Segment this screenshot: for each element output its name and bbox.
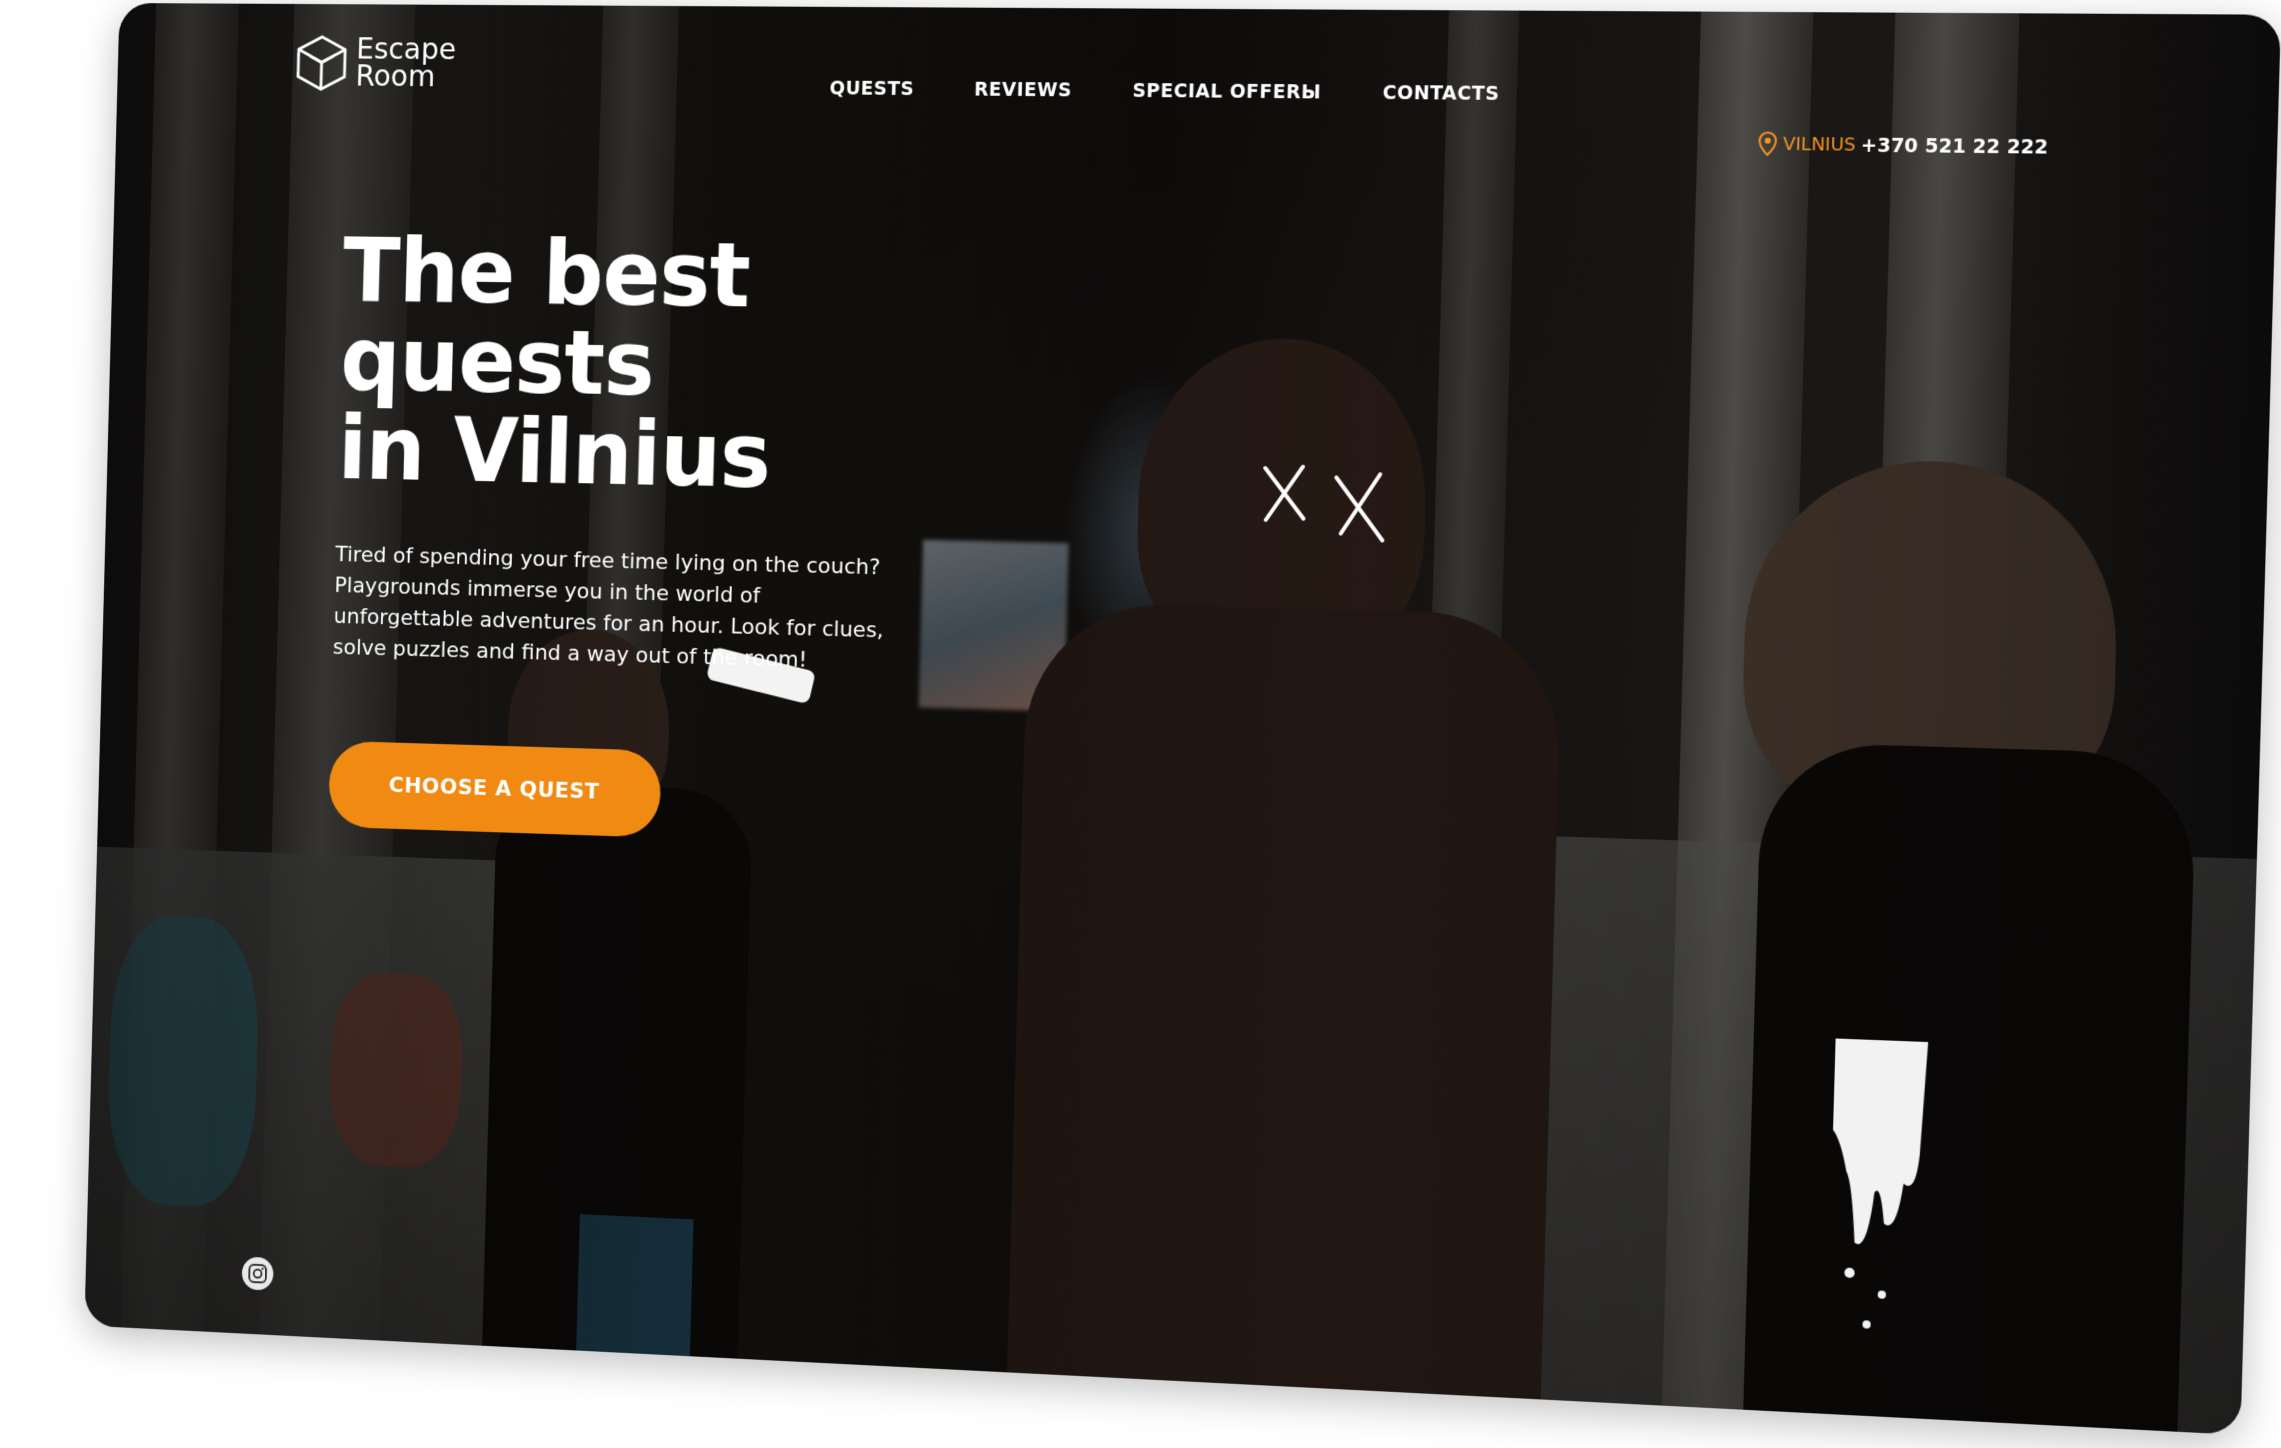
logo-line-2: Room — [355, 59, 436, 94]
nav-item-quests[interactable]: QUESTS — [829, 78, 914, 100]
choose-quest-button[interactable]: CHOOSE A QUEST — [328, 740, 662, 838]
x-eyes-doodle — [1255, 458, 1406, 551]
nav-item-special-offers[interactable]: SPECIAL OFFERЫ — [1132, 80, 1321, 103]
cube-logo-icon — [292, 33, 351, 93]
hero-title-line-1: The best quests — [339, 219, 752, 417]
city-selector[interactable]: VILNIUS — [1758, 131, 1856, 156]
city-label: VILNIUS — [1782, 133, 1857, 156]
nav-item-reviews[interactable]: REVIEWS — [974, 79, 1072, 102]
logo-text: Escape Room — [355, 32, 456, 94]
hero-description: Tired of spending your free time lying o… — [332, 542, 884, 673]
phone-number[interactable]: +370 521 22 222 — [1860, 134, 2048, 158]
nav-item-contacts[interactable]: CONTACTS — [1382, 82, 1499, 105]
hero-title-line-2: in Vilnius — [336, 397, 772, 509]
paint-drip-doodle — [1829, 1038, 1929, 1329]
instagram-icon — [247, 1262, 268, 1284]
site-header: Escape Room QUESTS REVIEWS SPECIAL OFFER… — [115, 3, 2281, 180]
hero-section: The best quests in Vilnius Tired of spen… — [328, 219, 1067, 851]
main-nav: QUESTS REVIEWS SPECIAL OFFERЫ CONTACTS — [829, 78, 1499, 105]
screenshot-stage: Escape Room QUESTS REVIEWS SPECIAL OFFER… — [0, 0, 2281, 1448]
location-pin-icon — [1758, 131, 1777, 156]
hero-title: The best quests in Vilnius — [336, 219, 1067, 510]
hero-page: Escape Room QUESTS REVIEWS SPECIAL OFFER… — [84, 3, 2281, 1435]
logo[interactable]: Escape Room — [292, 32, 457, 94]
